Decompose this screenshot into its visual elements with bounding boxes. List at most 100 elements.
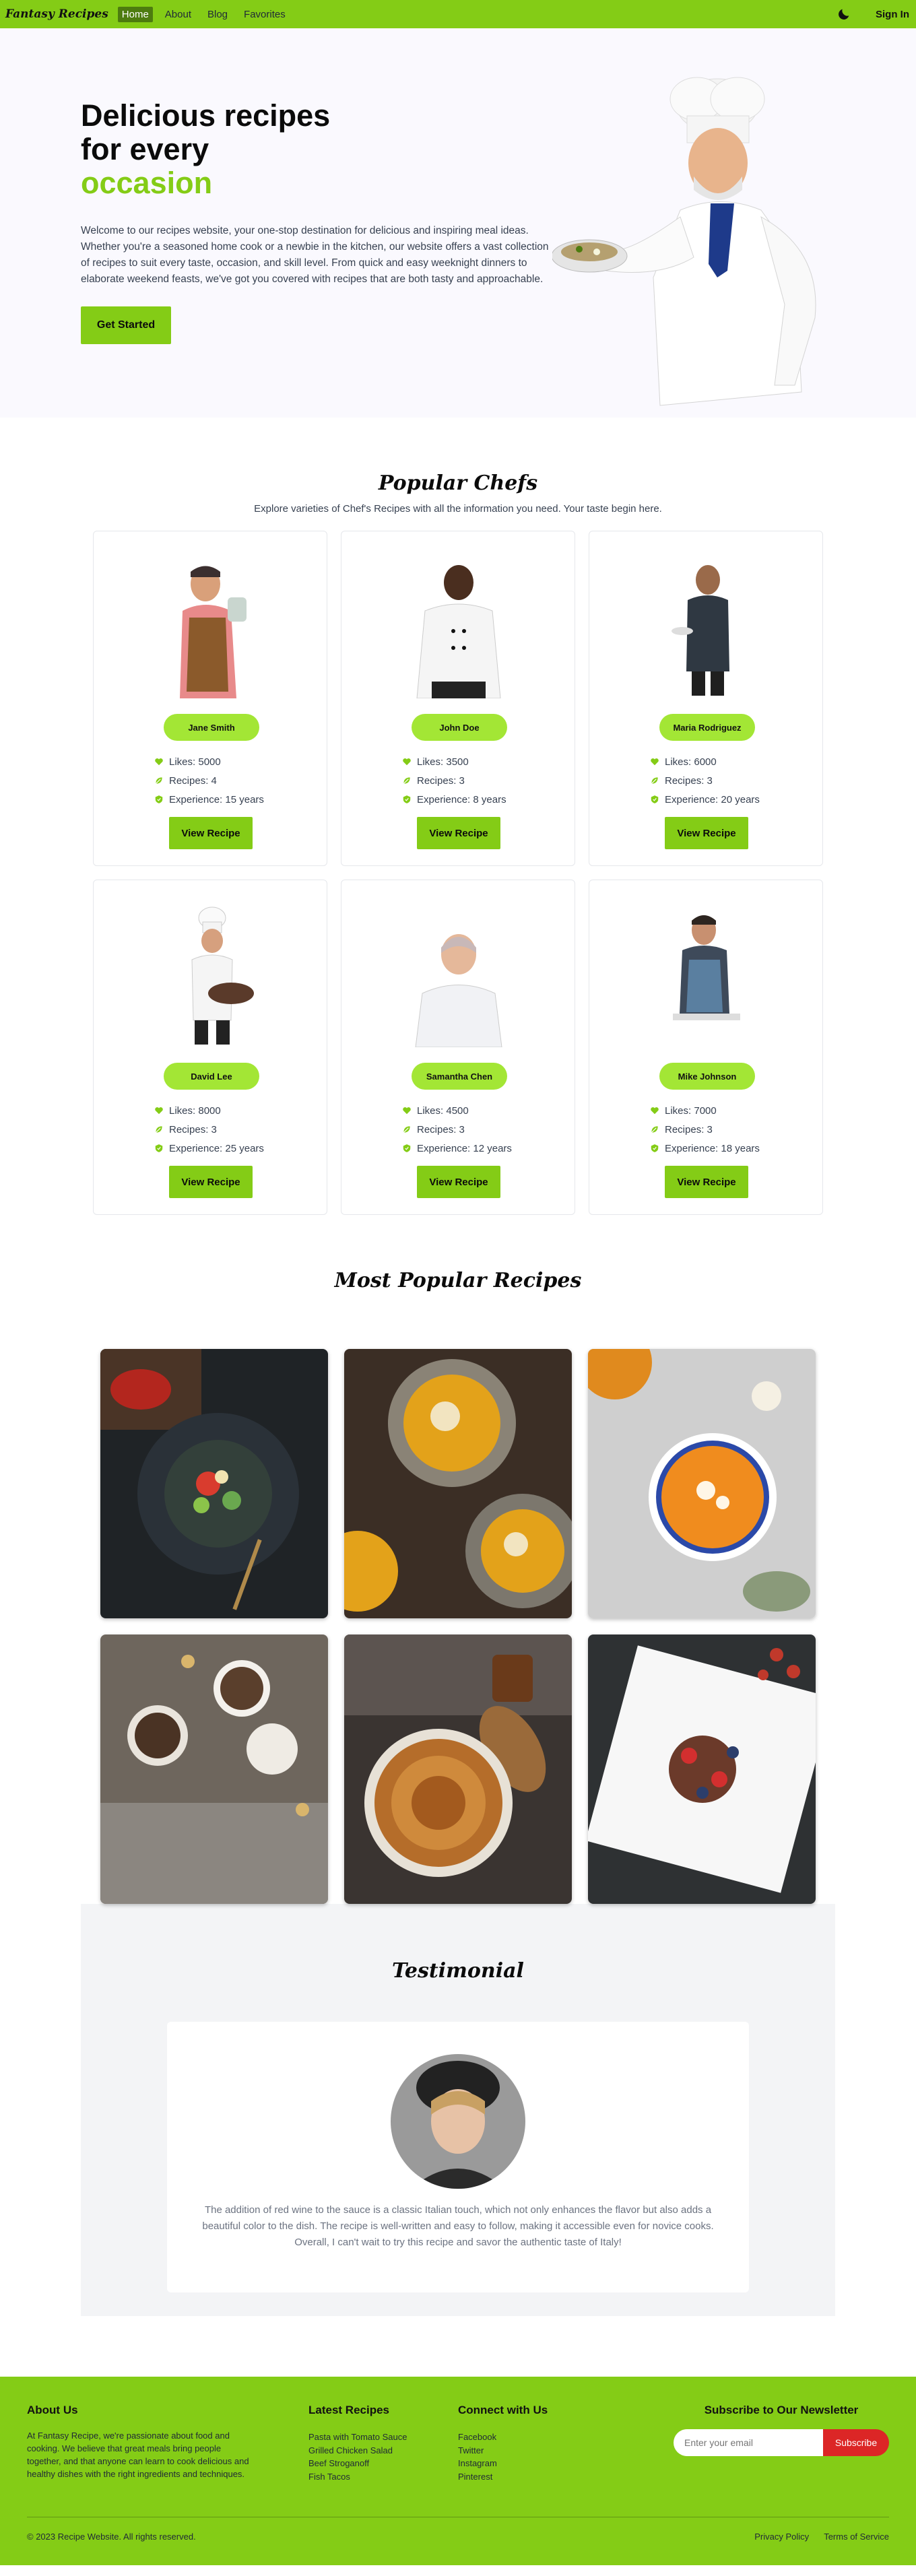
- chef-experience: Experience: 18 years: [650, 1139, 760, 1158]
- footer-social-twitter[interactable]: Twitter: [458, 2444, 548, 2457]
- recipe-image: [344, 1349, 572, 1618]
- popular-chefs-section: Popular Chefs Explore varieties of Chef'…: [0, 418, 916, 1215]
- recipe-image: [588, 1349, 816, 1618]
- view-recipe-button[interactable]: View Recipe: [169, 1166, 253, 1198]
- moon-icon[interactable]: [837, 7, 851, 22]
- recipe-card[interactable]: [344, 1634, 572, 1904]
- chef-name-badge[interactable]: John Doe: [412, 714, 507, 741]
- chef-stats: Likes: 7000 Recipes: 3 Experience: 18 ye…: [650, 1101, 760, 1158]
- footer-social-facebook[interactable]: Facebook: [458, 2431, 548, 2444]
- view-recipe-button[interactable]: View Recipe: [417, 817, 500, 849]
- testimonial-section: Testimonial The addition of red wine to …: [81, 1904, 835, 2316]
- footer-recipe-link[interactable]: Fish Tacos: [308, 2470, 407, 2484]
- chef-likes-text: Likes: 7000: [665, 1104, 717, 1117]
- footer: About Us At Fantasy Recipe, we're passio…: [0, 2377, 916, 2565]
- recipe-card[interactable]: [100, 1349, 328, 1618]
- chef-photo: [191, 906, 254, 1045]
- chef-name-badge[interactable]: Jane Smith: [164, 714, 259, 741]
- view-recipe-button[interactable]: View Recipe: [417, 1166, 500, 1198]
- recipe-image: [100, 1349, 328, 1618]
- shield-check-icon: [403, 1144, 411, 1152]
- chef-card: Jane Smith Likes: 5000 Recipes: 4 Experi…: [93, 531, 327, 866]
- testimonial-title: Testimonial: [392, 1959, 524, 1983]
- footer-social-pinterest[interactable]: Pinterest: [458, 2470, 548, 2484]
- hero-chef-image: [552, 77, 816, 406]
- chef-recipes-text: Recipes: 3: [665, 774, 713, 787]
- chef-recipes-text: Recipes: 3: [169, 1123, 217, 1135]
- nav-link-about[interactable]: About: [161, 7, 195, 22]
- chef-card: John Doe Likes: 3500 Recipes: 3 Experien…: [341, 531, 575, 866]
- shield-check-icon: [651, 795, 659, 803]
- footer-latest-list: Pasta with Tomato Sauce Grilled Chicken …: [308, 2431, 407, 2483]
- recipe-grid: [0, 1349, 916, 1904]
- heart-icon: [403, 758, 411, 766]
- chef-recipes: Recipes: 3: [402, 1120, 512, 1139]
- chef-experience: Experience: 8 years: [402, 790, 506, 809]
- view-recipe-button[interactable]: View Recipe: [169, 817, 253, 849]
- footer-recipe-link[interactable]: Beef Stroganoff: [308, 2457, 407, 2470]
- chef-likes: Likes: 4500: [402, 1101, 512, 1120]
- chef-card: Maria Rodriguez Likes: 6000 Recipes: 3 E…: [589, 531, 823, 866]
- hero-text: Delicious recipes for every occasion Wel…: [81, 99, 552, 344]
- hero-title-accent: occasion: [81, 166, 213, 200]
- leaf-icon: [403, 1126, 410, 1133]
- heart-icon: [651, 1107, 659, 1115]
- recipe-card[interactable]: [344, 1349, 572, 1618]
- nav-link-favorites[interactable]: Favorites: [240, 7, 290, 22]
- footer-recipe-link[interactable]: Grilled Chicken Salad: [308, 2444, 407, 2457]
- nav-link-home[interactable]: Home: [117, 6, 153, 22]
- chef-likes-text: Likes: 8000: [169, 1104, 221, 1117]
- chef-stats: Likes: 3500 Recipes: 3 Experience: 8 yea…: [402, 752, 506, 809]
- popular-recipes-section: Most Popular Recipes: [0, 1215, 916, 1904]
- chef-likes-text: Likes: 6000: [665, 756, 717, 768]
- testimonial-card: The addition of red wine to the sauce is…: [167, 2022, 749, 2292]
- chef-recipes: Recipes: 3: [650, 771, 760, 790]
- recipe-card[interactable]: [588, 1634, 816, 1904]
- subscribe-button[interactable]: Subscribe: [823, 2429, 889, 2456]
- footer-legal-links: Privacy Policy Terms of Service: [754, 2532, 889, 2542]
- chef-experience: Experience: 12 years: [402, 1139, 512, 1158]
- signin-link[interactable]: Sign In: [876, 9, 909, 20]
- chef-likes: Likes: 6000: [650, 752, 760, 771]
- footer-social-instagram[interactable]: Instagram: [458, 2457, 548, 2470]
- privacy-policy-link[interactable]: Privacy Policy: [754, 2532, 809, 2542]
- footer-about: About Us At Fantasy Recipe, we're passio…: [27, 2404, 249, 2480]
- hero-title-line1: Delicious recipes: [81, 98, 331, 133]
- terms-of-service-link[interactable]: Terms of Service: [824, 2532, 889, 2542]
- recipe-card[interactable]: [588, 1349, 816, 1618]
- email-field[interactable]: [674, 2429, 823, 2456]
- newsletter-form: Subscribe: [674, 2429, 889, 2456]
- chef-name-badge[interactable]: David Lee: [164, 1063, 259, 1090]
- view-recipe-button[interactable]: View Recipe: [665, 1166, 748, 1198]
- chef-likes: Likes: 8000: [154, 1101, 264, 1120]
- chef-photo: [415, 934, 502, 1047]
- footer-recipe-link[interactable]: Pasta with Tomato Sauce: [308, 2431, 407, 2444]
- footer-latest-recipes: Latest Recipes Pasta with Tomato Sauce G…: [308, 2404, 407, 2483]
- recipe-image: [100, 1634, 328, 1904]
- chef-photo: [180, 566, 247, 698]
- chef-likes-text: Likes: 4500: [417, 1104, 469, 1117]
- footer-newsletter: Subscribe to Our Newsletter Subscribe: [674, 2404, 889, 2456]
- newsletter-title: Subscribe to Our Newsletter: [704, 2404, 859, 2416]
- brand-logo[interactable]: Fantasy Recipes: [5, 7, 108, 21]
- view-recipe-button[interactable]: View Recipe: [665, 817, 748, 849]
- recipes-title: Most Popular Recipes: [334, 1269, 582, 1292]
- recipe-card[interactable]: [100, 1634, 328, 1904]
- chef-recipes: Recipes: 3: [650, 1120, 760, 1139]
- chef-likes-text: Likes: 3500: [417, 756, 469, 768]
- nav-link-blog[interactable]: Blog: [203, 7, 232, 22]
- chef-name-badge[interactable]: Samantha Chen: [412, 1063, 507, 1090]
- chef-name-badge[interactable]: Maria Rodriguez: [659, 714, 755, 741]
- hero-description: Welcome to our recipes website, your one…: [81, 225, 549, 285]
- chef-experience: Experience: 20 years: [650, 790, 760, 809]
- chef-card: Mike Johnson Likes: 7000 Recipes: 3 Expe…: [589, 880, 823, 1215]
- chef-name-badge[interactable]: Mike Johnson: [659, 1063, 755, 1090]
- footer-about-title: About Us: [27, 2404, 78, 2416]
- chef-experience: Experience: 25 years: [154, 1139, 264, 1158]
- get-started-button[interactable]: Get Started: [81, 306, 171, 344]
- heart-icon: [155, 1107, 163, 1115]
- chef-grid: Jane Smith Likes: 5000 Recipes: 4 Experi…: [0, 531, 916, 1215]
- chef-stats: Likes: 6000 Recipes: 3 Experience: 20 ye…: [650, 752, 760, 809]
- chefs-title: Popular Chefs: [378, 471, 538, 495]
- leaf-icon: [403, 777, 410, 785]
